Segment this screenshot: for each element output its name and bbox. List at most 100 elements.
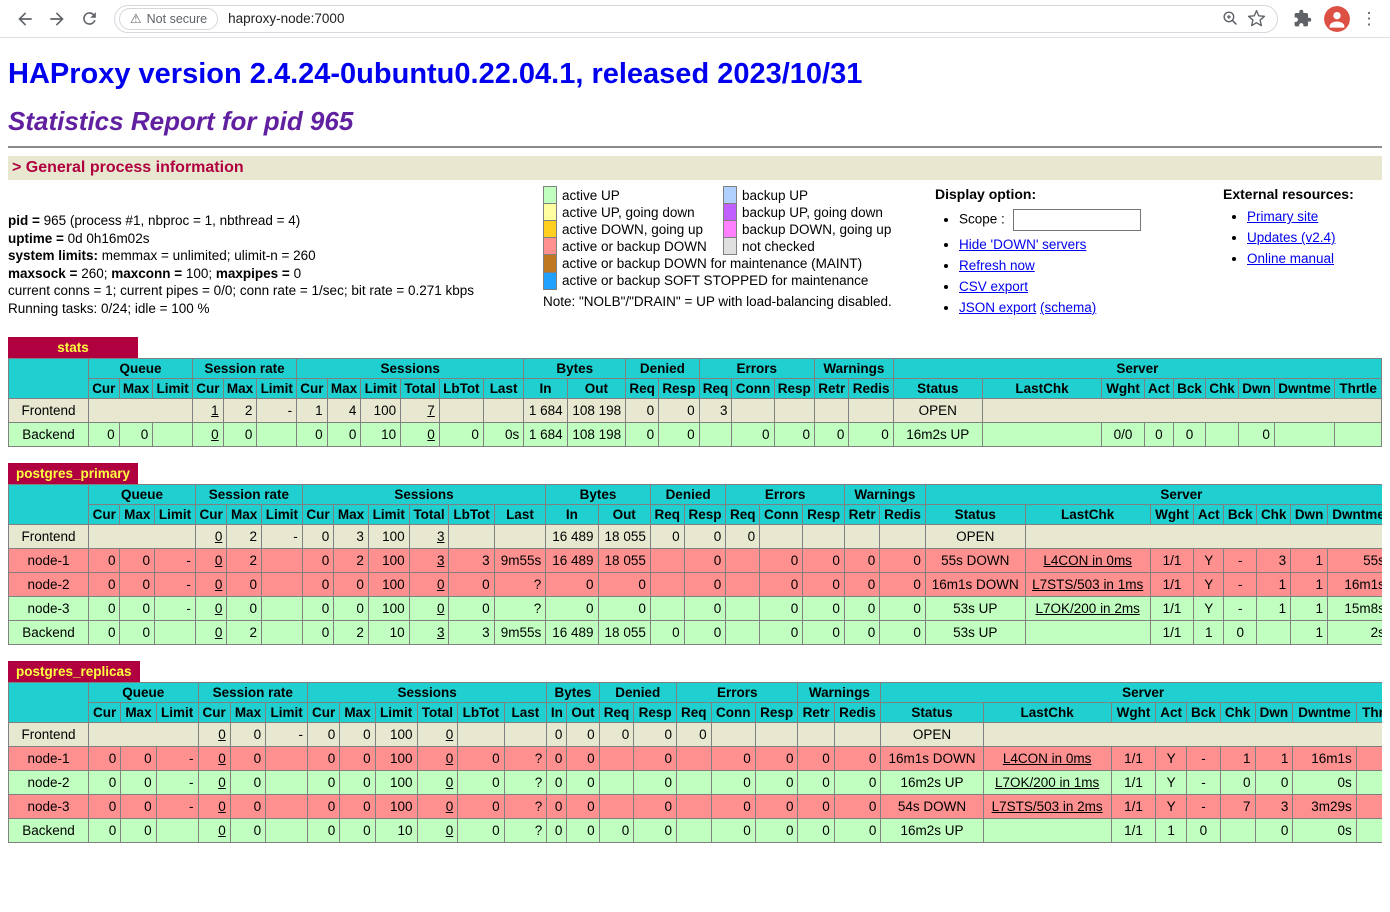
stat-cell: 0: [676, 723, 711, 747]
legend-note: Note: "NOLB"/"DRAIN" = UP with load-bala…: [543, 294, 935, 309]
page-title[interactable]: HAProxy version 2.4.24-0ubuntu0.22.04.1,…: [8, 58, 1382, 91]
column-header: Limit: [368, 505, 409, 525]
stat-cell: ?: [504, 795, 547, 819]
security-chip[interactable]: ⚠ Not secure: [119, 8, 218, 30]
stat-cell: 0: [626, 423, 659, 447]
stat-cell: L4CON in 0ms: [983, 747, 1111, 771]
stat-cell: 1/1: [1150, 621, 1194, 645]
row-name: Backend: [9, 423, 89, 447]
scope-input[interactable]: [1013, 209, 1141, 231]
stat-cell: 0s: [1293, 771, 1356, 795]
column-header: Total: [409, 505, 449, 525]
bookmark-star-icon[interactable]: [1243, 6, 1269, 32]
column-header: Conn: [711, 703, 755, 723]
column-header: LbTot: [439, 379, 483, 399]
stat-cell: 0: [417, 819, 458, 843]
table-row-node-1: node-100-0202100339m55s16 48918 05500000…: [9, 549, 1383, 573]
menu-kebab-icon[interactable]: ⋮: [1358, 5, 1380, 33]
stat-cell: 0: [849, 423, 893, 447]
display-option-link[interactable]: Refresh now: [959, 258, 1035, 273]
stat-cell: 0: [684, 573, 726, 597]
column-header: Status: [893, 379, 982, 399]
column-header: Out: [567, 703, 599, 723]
column-header: Redis: [834, 703, 881, 723]
zoom-icon[interactable]: [1217, 6, 1243, 32]
proxy-title: stats: [8, 337, 138, 358]
stat-cell: 100: [368, 573, 409, 597]
stat-cell: 9m55s: [494, 621, 546, 645]
reload-button[interactable]: [74, 4, 104, 34]
stat-cell: 1: [193, 399, 224, 423]
process-info-line: Running tasks: 0/24; idle = 100 %: [8, 300, 543, 318]
stat-cell: [458, 723, 504, 747]
stat-cell: -: [1187, 795, 1221, 819]
stat-cell: 100: [368, 597, 409, 621]
url-text[interactable]: haproxy-node:7000: [228, 11, 344, 26]
row-name: node-1: [9, 747, 89, 771]
stat-cell: 0: [120, 621, 155, 645]
column-group-header: Denied: [599, 683, 676, 703]
stat-cell: 0: [302, 621, 333, 645]
security-label: Not secure: [147, 12, 207, 26]
stat-cell: 0: [193, 423, 224, 447]
forward-button[interactable]: [42, 4, 72, 34]
process-info-line: maxsock = 260; maxconn = 100; maxpipes =…: [8, 265, 543, 283]
stat-cell: 7: [401, 399, 440, 423]
stat-cell: 55s: [1328, 549, 1382, 573]
column-header: Cur: [89, 703, 121, 723]
table-wrapper: QueueSession rateSessionsBytesDeniedErro…: [8, 682, 1382, 843]
stat-cell: Y: [1156, 747, 1187, 771]
stat-cell: 0: [230, 723, 265, 747]
column-header: Chk: [1257, 505, 1291, 525]
external-resource-link[interactable]: Online manual: [1247, 251, 1334, 266]
warning-icon: ⚠: [130, 12, 142, 25]
stat-cell: 0: [1255, 771, 1293, 795]
stat-cell: 18 055: [598, 525, 650, 549]
stat-cell: [650, 549, 684, 573]
stat-cell: 10: [375, 819, 417, 843]
stat-cell: 0: [732, 423, 774, 447]
back-button[interactable]: [10, 4, 40, 34]
stat-cell: 0: [198, 771, 230, 795]
display-option-link[interactable]: CSV export: [959, 279, 1028, 294]
json-schema-link[interactable]: (schema): [1040, 300, 1096, 315]
profile-avatar[interactable]: [1324, 6, 1350, 32]
stat-cell: 0s: [483, 423, 523, 447]
external-resource-item: Online manual: [1247, 251, 1382, 266]
stat-cell: 0: [223, 423, 257, 447]
stat-cell: [261, 597, 302, 621]
address-bar[interactable]: ⚠ Not secure haproxy-node:7000: [114, 5, 1278, 33]
stat-cell: 0: [844, 621, 879, 645]
column-header: Resp: [684, 505, 726, 525]
stat-cell: 1/1: [1111, 771, 1156, 795]
stat-cell: -: [156, 795, 198, 819]
stat-cell: [1356, 795, 1382, 819]
section-heading: > General process information: [8, 156, 1382, 180]
stat-cell: 0: [458, 795, 504, 819]
extensions-icon[interactable]: [1288, 5, 1316, 33]
stat-cell: 0: [684, 549, 726, 573]
proxy-section-stats: statsQueueSession rateSessionsBytesDenie…: [8, 337, 1382, 447]
stat-cell: [89, 525, 196, 549]
stat-cell: -: [261, 525, 302, 549]
external-resource-link[interactable]: Updates (v2.4): [1247, 230, 1336, 245]
external-resource-link[interactable]: Primary site: [1247, 209, 1318, 224]
table-row-frontend: Frontend00-00100000000OPEN: [9, 723, 1383, 747]
column-group-header: Errors: [726, 485, 845, 505]
corner-header: [9, 683, 89, 723]
column-group-header: Bytes: [547, 683, 599, 703]
stat-cell: 0: [798, 771, 834, 795]
stat-cell: 0: [803, 621, 845, 645]
stat-cell: 100: [368, 525, 409, 549]
stat-cell: -: [1224, 549, 1257, 573]
display-option-link[interactable]: Hide 'DOWN' servers: [959, 237, 1086, 252]
column-header: Cur: [89, 379, 120, 399]
stat-cell: [1356, 747, 1382, 771]
stat-cell: 0: [120, 597, 155, 621]
column-header: Bck: [1187, 703, 1221, 723]
stat-cell: 3: [1255, 795, 1293, 819]
stat-cell: [257, 423, 297, 447]
json-export-link[interactable]: JSON export: [959, 300, 1036, 315]
stat-cell: [676, 819, 711, 843]
stat-cell: 0: [598, 573, 650, 597]
